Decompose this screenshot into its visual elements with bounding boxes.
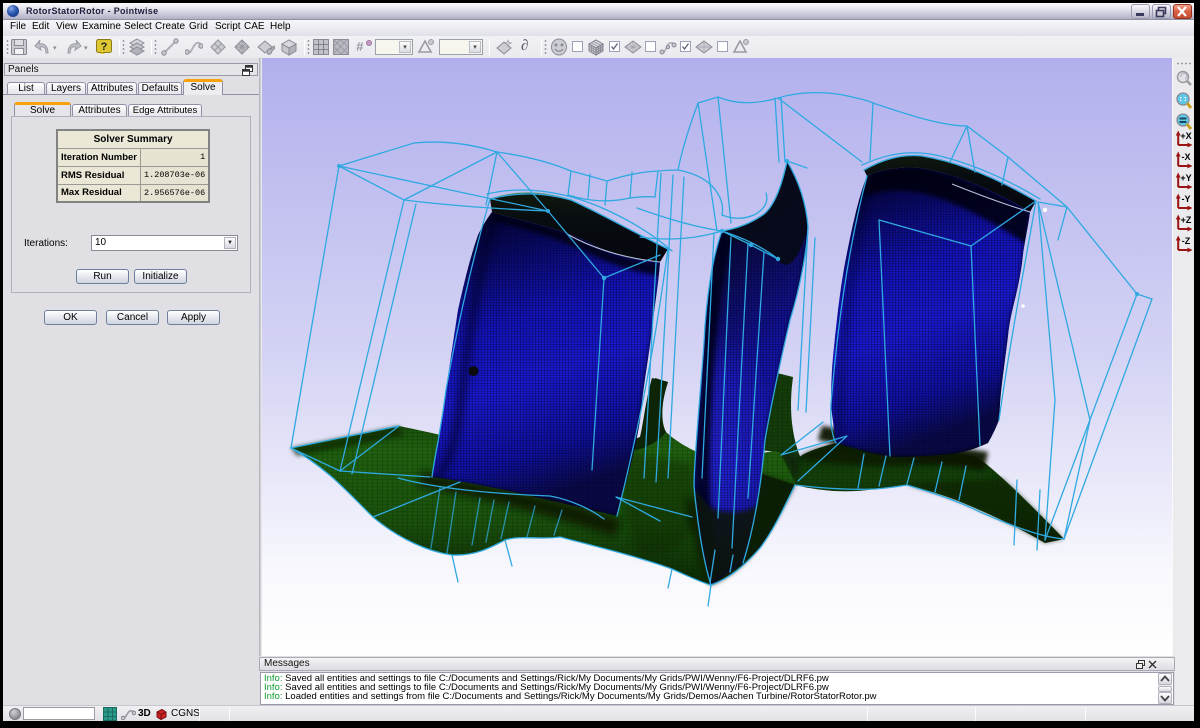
svg-text:+Y: +Y bbox=[1180, 173, 1191, 183]
svg-text:?: ? bbox=[101, 41, 108, 53]
svg-text:-Z: -Z bbox=[1182, 236, 1191, 246]
svg-text:+X: +X bbox=[1180, 131, 1191, 141]
svg-text:+Z: +Z bbox=[1181, 215, 1192, 225]
svg-text:-X: -X bbox=[1182, 152, 1191, 162]
svg-text:-Y: -Y bbox=[1182, 194, 1191, 204]
